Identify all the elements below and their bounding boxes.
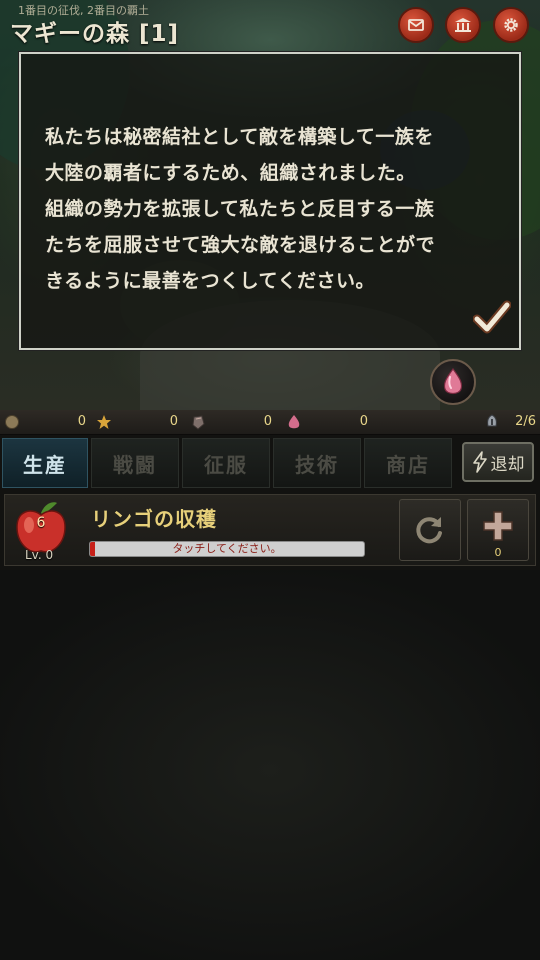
gem-item-button[interactable] bbox=[430, 359, 476, 405]
empty-content-area bbox=[0, 570, 540, 960]
gear-icon bbox=[504, 18, 518, 32]
crystal-count: 0 bbox=[359, 414, 368, 429]
dialog-text-line: 大陸の覇者にするため、組織されました。 bbox=[45, 162, 416, 184]
item-name: リンゴの収穫 bbox=[91, 507, 217, 531]
crystal-resource: 0 bbox=[286, 410, 372, 434]
tab-conquest[interactable]: 征服 bbox=[182, 438, 270, 488]
crystal-icon bbox=[288, 415, 300, 429]
worker-count: 0 bbox=[494, 546, 502, 559]
progress-hint-text: タッチしてください。 bbox=[172, 542, 282, 555]
tab-shop[interactable]: 商店 bbox=[364, 438, 452, 488]
coin-resource: 0 bbox=[4, 410, 90, 434]
coin-icon bbox=[5, 415, 19, 429]
bank-button[interactable] bbox=[445, 7, 481, 43]
refresh-icon bbox=[416, 517, 442, 544]
dialog-text-line: 私たちは秘密結社として敵を構築して一族を bbox=[45, 126, 434, 148]
item-level: Lv. 0 bbox=[25, 548, 54, 562]
dialog-text-line: 組織の勢力を拡張して私たちと反目する一族 bbox=[45, 198, 435, 220]
star-count: 0 bbox=[169, 414, 178, 429]
temple-icon bbox=[455, 18, 471, 32]
production-item-apple[interactable]: 6 Lv. 0 リンゴの収穫 タッチしてください。 0 bbox=[4, 494, 536, 566]
add-worker-button[interactable]: 0 bbox=[467, 499, 529, 561]
star-resource: 0 bbox=[96, 410, 182, 434]
tab-production[interactable]: 生産 bbox=[2, 438, 88, 488]
star-icon bbox=[97, 415, 111, 429]
checkmark-icon[interactable] bbox=[473, 300, 511, 334]
harvest-progress-bar[interactable]: タッチしてください。 bbox=[89, 541, 365, 557]
dialog-text-line: たちを屈服させて強大な敵を退けることがで bbox=[45, 234, 436, 256]
apple-count: 6 bbox=[36, 515, 46, 531]
tab-battle[interactable]: 戦闘 bbox=[91, 438, 179, 488]
stone-count: 0 bbox=[263, 414, 272, 429]
dialog-text-line: きるように最善をつくしてください。 bbox=[45, 270, 375, 292]
mail-button[interactable] bbox=[398, 7, 434, 43]
plus-icon bbox=[483, 511, 513, 541]
settings-button[interactable] bbox=[493, 7, 529, 43]
lightning-icon bbox=[472, 451, 487, 473]
soldier-count: 2/6 bbox=[515, 414, 536, 429]
tab-technology[interactable]: 技術 bbox=[273, 438, 361, 488]
resource-bar: 0 0 0 0 2/6 bbox=[0, 410, 540, 435]
retreat-label: 退却 bbox=[490, 454, 525, 475]
story-dialog[interactable]: 私たちは秘密結社として敵を構築して一族を 大陸の覇者にするため、組織されました。… bbox=[19, 52, 521, 350]
soldier-resource: 2/6 bbox=[484, 410, 538, 434]
coin-count: 0 bbox=[77, 414, 86, 429]
envelope-icon bbox=[408, 19, 424, 31]
tab-bar: 生産 戦闘 征服 技術 商店 退却 bbox=[0, 436, 540, 492]
auto-repeat-button[interactable] bbox=[399, 499, 461, 561]
stone-resource: 0 bbox=[190, 410, 276, 434]
soldier-icon bbox=[487, 414, 497, 427]
retreat-button[interactable]: 退却 bbox=[462, 442, 534, 482]
stage-title: マギーの森 [1] bbox=[10, 21, 180, 47]
stone-icon bbox=[192, 415, 205, 430]
pink-gem-icon bbox=[443, 367, 463, 395]
